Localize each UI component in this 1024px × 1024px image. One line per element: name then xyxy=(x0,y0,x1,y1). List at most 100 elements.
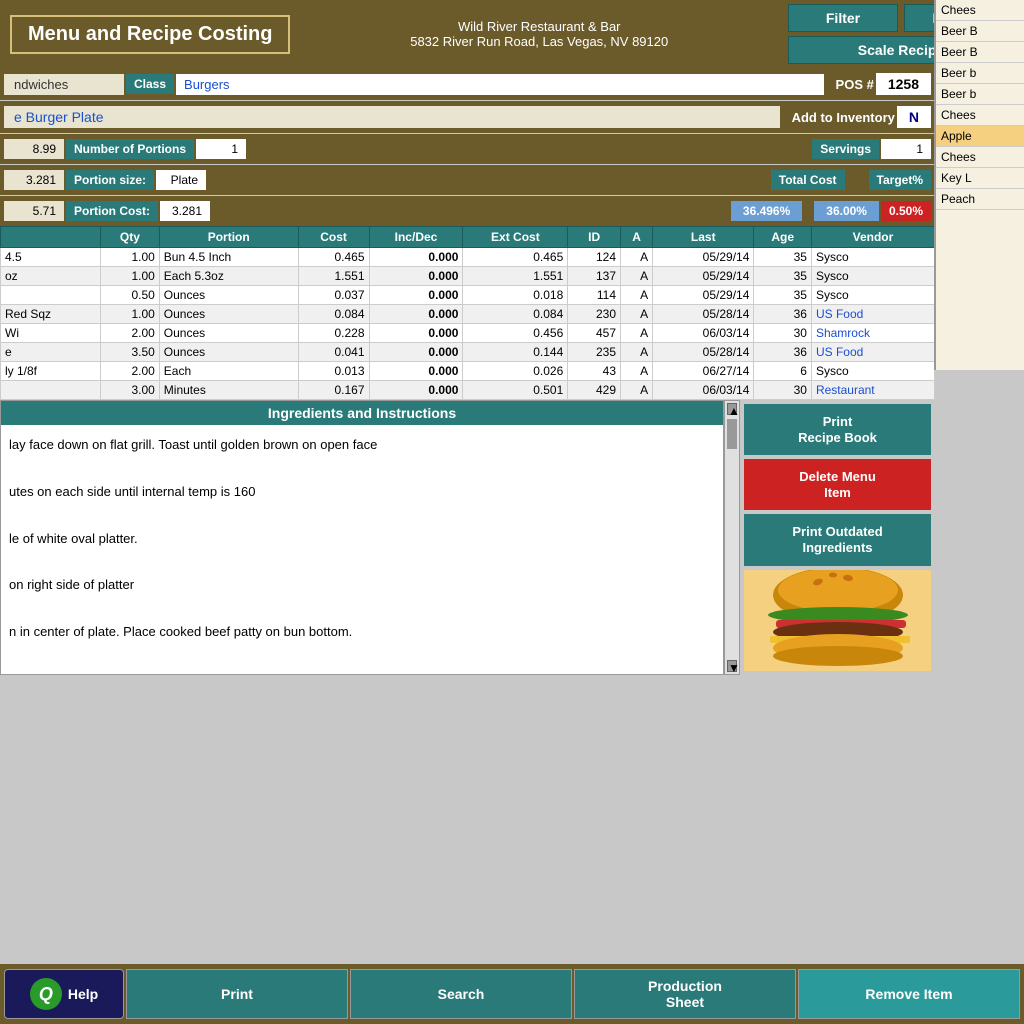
row-last: 05/29/14 xyxy=(653,267,754,286)
portions-label: Number of Portions xyxy=(66,139,194,159)
row-vendor: Shamrock xyxy=(811,324,934,343)
row-vendor: Restaurant xyxy=(811,381,934,400)
remove-item-button[interactable]: Remove Item xyxy=(798,969,1020,1019)
category-row: ndwiches Class Burgers POS # 1258 xyxy=(0,68,935,100)
ingredient-line: lay face down on flat grill. Toast until… xyxy=(9,433,715,456)
ingredient-line xyxy=(9,597,715,620)
row-extcost: 0.144 xyxy=(463,343,568,362)
col-header-qty: Qty xyxy=(101,227,160,248)
inventory-value[interactable]: N xyxy=(897,106,931,128)
sidebar-menu-item[interactable]: Peach xyxy=(936,189,1024,210)
ingredients-table-section: Qty Portion Cost Inc/Dec Ext Cost ID A L… xyxy=(0,226,935,400)
row-portion: Ounces xyxy=(159,343,298,362)
row-cost: 0.084 xyxy=(298,305,369,324)
row-qty: 3.50 xyxy=(101,343,160,362)
sidebar-menu-item[interactable]: Beer B xyxy=(936,42,1024,63)
ingredient-line xyxy=(9,503,715,526)
col-header-portion: Portion xyxy=(159,227,298,248)
portions-row: 8.99 Number of Portions 1 Servings 1 xyxy=(0,134,935,164)
servings-value[interactable]: 1 xyxy=(881,139,931,159)
sidebar-menu-item[interactable]: Beer B xyxy=(936,21,1024,42)
portion-size-value[interactable]: Plate xyxy=(156,170,206,190)
restaurant-info: Wild River Restaurant & Bar 5832 River R… xyxy=(290,19,788,49)
sidebar-menu-item[interactable]: Chees xyxy=(936,147,1024,168)
table-row[interactable]: 3.00 Minutes 0.167 0.000 0.501 429 A 06/… xyxy=(1,381,935,400)
q-icon: Q xyxy=(30,978,62,1010)
row-id: 124 xyxy=(568,248,621,267)
help-button[interactable]: Q Help xyxy=(4,969,124,1019)
table-row[interactable]: ly 1/8f 2.00 Each 0.013 0.000 0.026 43 A… xyxy=(1,362,935,381)
ingredient-line: le of white oval platter. xyxy=(9,527,715,550)
col-header-a: A xyxy=(621,227,653,248)
row-qty: 1.00 xyxy=(101,267,160,286)
row-a: A xyxy=(621,305,653,324)
row-qty: 2.00 xyxy=(101,362,160,381)
portions-input[interactable]: 1 xyxy=(196,139,246,159)
portion-cost-row: 5.71 Portion Cost: 3.281 36.496% 36.00% … xyxy=(0,196,935,226)
pos-label: POS # xyxy=(836,77,874,92)
pos-value[interactable]: 1258 xyxy=(876,73,931,95)
sidebar-menu-item[interactable]: Apple xyxy=(936,126,1024,147)
scroll-up-arrow[interactable]: ▲ xyxy=(727,403,737,415)
class-value[interactable]: Burgers xyxy=(176,74,824,95)
sidebar-menu-item[interactable]: Beer b xyxy=(936,84,1024,105)
burger-image xyxy=(744,570,931,671)
col-header-vendor: Vendor xyxy=(811,227,934,248)
row-name: Red Sqz xyxy=(1,305,101,324)
row-vendor: Sysco xyxy=(811,248,934,267)
row-id: 114 xyxy=(568,286,621,305)
ingredients-scrollbar[interactable]: ▲ ▼ xyxy=(724,400,740,675)
portion-size-row: 3.281 Portion size: Plate Total Cost Tar… xyxy=(0,165,935,195)
item-name[interactable]: e Burger Plate xyxy=(4,106,780,128)
col-header-age: Age xyxy=(754,227,812,248)
sidebar-menu-item[interactable]: Beer b xyxy=(936,63,1024,84)
col-header-cost: Cost xyxy=(298,227,369,248)
main-content: ndwiches Class Burgers POS # 1258 e Burg… xyxy=(0,68,935,675)
table-row[interactable]: Red Sqz 1.00 Ounces 0.084 0.000 0.084 23… xyxy=(1,305,935,324)
portion-size-label: Portion size: xyxy=(66,170,154,190)
row-age: 35 xyxy=(754,248,812,267)
row-id: 137 xyxy=(568,267,621,286)
filter-button[interactable]: Filter xyxy=(788,4,898,32)
ingredient-line xyxy=(9,550,715,573)
table-row[interactable]: Wi 2.00 Ounces 0.228 0.000 0.456 457 A 0… xyxy=(1,324,935,343)
row-extcost: 0.501 xyxy=(463,381,568,400)
row-id: 43 xyxy=(568,362,621,381)
row-cost: 0.041 xyxy=(298,343,369,362)
app-title-box: Menu and Recipe Costing xyxy=(10,15,290,54)
row-cost: 0.013 xyxy=(298,362,369,381)
row-cost: 0.465 xyxy=(298,248,369,267)
portion-cost-value[interactable]: 3.281 xyxy=(160,201,210,221)
print-recipe-button[interactable]: PrintRecipe Book xyxy=(744,404,931,455)
ingredient-line: on right side of platter xyxy=(9,573,715,596)
row-a: A xyxy=(621,343,653,362)
row-a: A xyxy=(621,381,653,400)
table-row[interactable]: oz 1.00 Each 5.3oz 1.551 0.000 1.551 137… xyxy=(1,267,935,286)
sidebar-menu-item[interactable]: Chees xyxy=(936,0,1024,21)
print-button[interactable]: Print xyxy=(126,969,348,1019)
delete-menu-button[interactable]: Delete MenuItem xyxy=(744,459,931,510)
row-a: A xyxy=(621,248,653,267)
row-name: 4.5 xyxy=(1,248,101,267)
row-qty: 1.00 xyxy=(101,305,160,324)
category-value[interactable]: ndwiches xyxy=(4,74,124,95)
help-label: Help xyxy=(68,986,98,1002)
table-row[interactable]: 0.50 Ounces 0.037 0.000 0.018 114 A 05/2… xyxy=(1,286,935,305)
row-a: A xyxy=(621,286,653,305)
table-row[interactable]: 4.5 1.00 Bun 4.5 Inch 0.465 0.000 0.465 … xyxy=(1,248,935,267)
row-incdec: 0.000 xyxy=(369,343,463,362)
row-last: 05/29/14 xyxy=(653,286,754,305)
scroll-thumb[interactable] xyxy=(727,419,737,449)
scroll-down-arrow[interactable]: ▼ xyxy=(727,660,737,672)
sidebar-menu-item[interactable]: Chees xyxy=(936,105,1024,126)
production-sheet-button[interactable]: ProductionSheet xyxy=(574,969,796,1019)
search-button[interactable]: Search xyxy=(350,969,572,1019)
table-row[interactable]: e 3.50 Ounces 0.041 0.000 0.144 235 A 05… xyxy=(1,343,935,362)
row-incdec: 0.000 xyxy=(369,286,463,305)
row-last: 06/27/14 xyxy=(653,362,754,381)
row-name: e xyxy=(1,343,101,362)
row-name: oz xyxy=(1,267,101,286)
row-portion: Ounces xyxy=(159,305,298,324)
print-outdated-button[interactable]: Print OutdatedIngredients xyxy=(744,514,931,565)
sidebar-menu-item[interactable]: Key L xyxy=(936,168,1024,189)
